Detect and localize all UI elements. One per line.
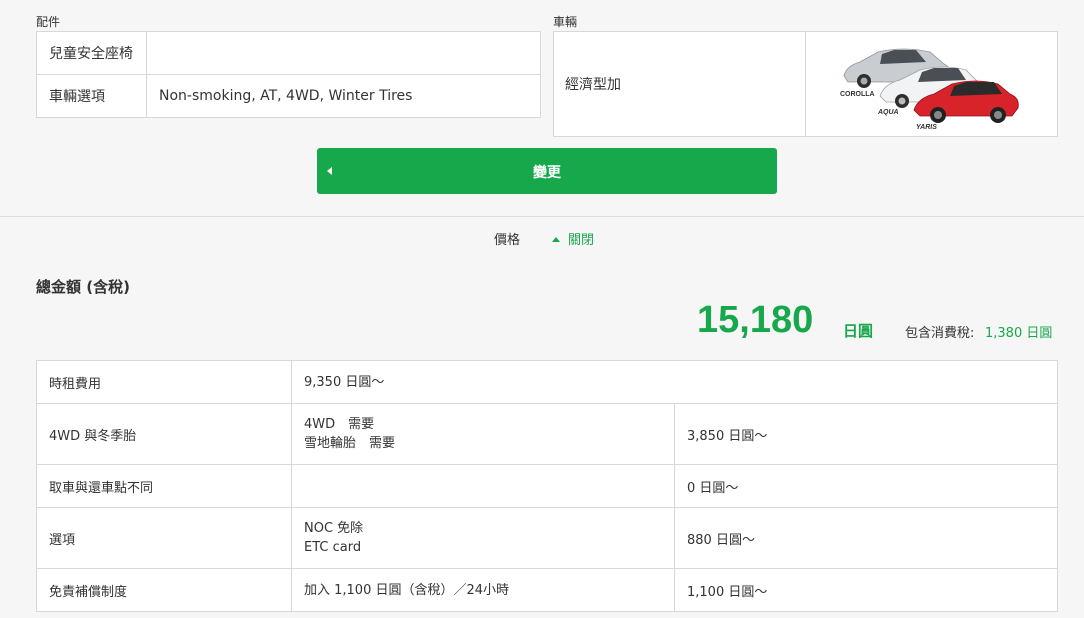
- total-title: 總金額 (含稅): [36, 278, 130, 296]
- accessory-row-child-seat: 兒童安全座椅: [36, 31, 541, 75]
- accessory-label-vehicle-options: 車輛選項: [36, 74, 147, 118]
- fee-breakdown-table: 時租費用 9,350 日圓〜 4WD 與冬季胎 4WD 需要 雪地輪胎 需要 3…: [36, 360, 1058, 612]
- section-divider: [0, 216, 1084, 217]
- fee-detail-line: 加入 1,100 日圓（含稅）／24小時: [304, 582, 510, 598]
- fee-row-different-dropoff: 取車與還車點不同 0 日圓〜: [36, 464, 1058, 508]
- fee-row-options: 選項 NOC 免除 ETC card 880 日圓〜: [36, 507, 1058, 569]
- fee-detail-line: ETC card: [304, 540, 362, 555]
- fee-row-4wd-winter: 4WD 與冬季胎 4WD 需要 雪地輪胎 需要 3,850 日圓〜: [36, 403, 1058, 465]
- fee-label: 免責補償制度: [36, 568, 292, 612]
- caret-up-icon: [552, 237, 560, 242]
- price-toggle-label: 價格: [494, 233, 521, 248]
- corolla-label: COROLLA: [840, 91, 875, 98]
- fee-amount: 1,100 日圓〜: [674, 568, 1058, 612]
- change-button-label: 變更: [533, 165, 561, 181]
- fee-row-hourly: 時租費用 9,350 日圓〜: [36, 360, 1058, 404]
- vehicle-section-label: 車輛: [553, 15, 578, 29]
- aqua-label: AQUA: [877, 109, 899, 116]
- price-close-toggle[interactable]: 關閉: [552, 229, 594, 248]
- vehicle-cars-image: COROLLA AQUA YARIS: [840, 48, 1019, 131]
- fee-detail: 4WD 需要 雪地輪胎 需要: [291, 403, 675, 465]
- fee-label: 4WD 與冬季胎: [36, 403, 292, 465]
- vehicle-image-cell: COROLLA AQUA YARIS: [805, 31, 1058, 137]
- accessories-section-label: 配件: [36, 15, 61, 29]
- fee-amount: 3,850 日圓〜: [674, 403, 1058, 465]
- fee-label: 取車與還車點不同: [36, 464, 292, 508]
- change-button[interactable]: 變更: [317, 148, 777, 194]
- accessory-value-vehicle-options: Non-smoking, AT, 4WD, Winter Tires: [146, 74, 541, 118]
- accessories-table: 兒童安全座椅 車輛選項 Non-smoking, AT, 4WD, Winter…: [36, 31, 541, 118]
- fee-amount: 880 日圓〜: [674, 507, 1058, 569]
- fee-detail: [291, 464, 675, 508]
- tax-value: 1,380 日圓: [985, 326, 1053, 341]
- fee-row-insurance: 免責補償制度 加入 1,100 日圓（含稅）／24小時 1,100 日圓〜: [36, 568, 1058, 612]
- fee-amount: 0 日圓〜: [674, 464, 1058, 508]
- total-amount: 15,180: [697, 299, 814, 341]
- accessory-label-child-seat: 兒童安全座椅: [36, 31, 147, 75]
- accessory-value-child-seat: [146, 31, 541, 75]
- fee-detail: 9,350 日圓〜: [291, 360, 1058, 404]
- fee-label: 時租費用: [36, 360, 292, 404]
- fee-label: 選項: [36, 507, 292, 569]
- yaris-label: YARIS: [916, 124, 937, 131]
- vehicle-table: 經濟型加 COROLLA AQUA YARIS: [553, 31, 1058, 137]
- price-close-label: 關閉: [568, 233, 595, 248]
- fee-detail: NOC 免除 ETC card: [291, 507, 675, 569]
- accessory-row-vehicle-options: 車輛選項 Non-smoking, AT, 4WD, Winter Tires: [36, 74, 541, 118]
- fee-detail-line: NOC 免除: [304, 521, 364, 536]
- fee-detail: 加入 1,100 日圓（含稅）／24小時: [291, 568, 675, 612]
- fee-detail-line: 雪地輪胎 需要: [304, 436, 396, 451]
- total-unit: 日圓: [843, 322, 874, 340]
- vehicle-class-name: 經濟型加: [553, 31, 806, 137]
- fee-detail-line: 9,350 日圓〜: [304, 374, 385, 390]
- tax-label: 包含消費稅:: [905, 326, 975, 341]
- fee-detail-line: 4WD 需要: [304, 417, 375, 432]
